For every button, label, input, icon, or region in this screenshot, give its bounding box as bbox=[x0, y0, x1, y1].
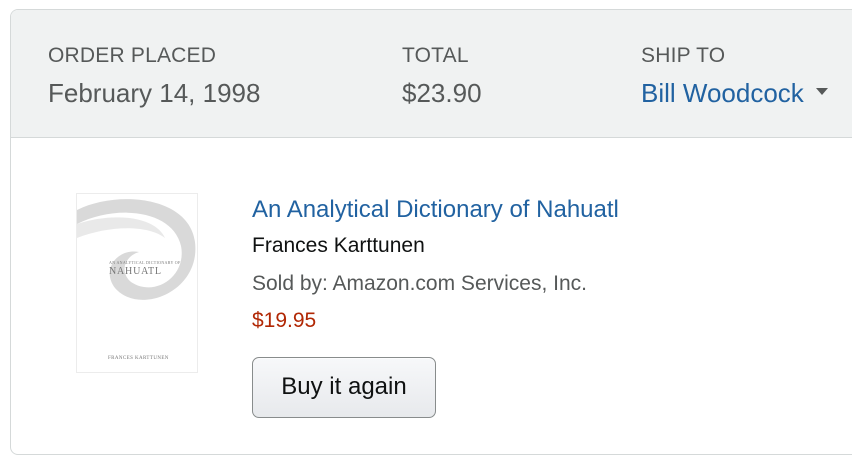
ship-to-recipient[interactable]: Bill Woodcock bbox=[641, 78, 828, 108]
cover-author: FRANCES KARTTUNEN bbox=[108, 356, 169, 361]
ship-to-label: SHIP TO bbox=[641, 44, 726, 67]
ship-to-column: SHIP TO Bill Woodcock bbox=[641, 44, 828, 108]
product-seller: Sold by: Amazon.com Services, Inc. bbox=[252, 272, 587, 295]
cover-title: NAHUATL bbox=[109, 266, 162, 277]
product-author: Frances Karttunen bbox=[252, 234, 425, 257]
item-details: An Analytical Dictionary of Nahuatl Fran… bbox=[252, 195, 619, 334]
order-total-column: TOTAL $23.90 bbox=[402, 44, 482, 108]
order-placed-label: ORDER PLACED bbox=[48, 44, 217, 67]
buy-it-again-button[interactable]: Buy it again bbox=[252, 357, 436, 418]
product-image[interactable]: AN ANALYTICAL DICTIONARY OF NAHUATL FRAN… bbox=[77, 194, 197, 372]
order-placed-column: ORDER PLACED February 14, 1998 bbox=[48, 44, 260, 108]
order-header: ORDER PLACED February 14, 1998 TOTAL $23… bbox=[11, 10, 852, 138]
ship-to-link[interactable]: Bill Woodcock bbox=[641, 78, 828, 108]
order-total-amount: $23.90 bbox=[402, 78, 482, 108]
cover-swirl-graphic bbox=[77, 199, 196, 300]
order-total-label: TOTAL bbox=[402, 44, 469, 67]
product-price: $19.95 bbox=[252, 309, 317, 332]
cover-subtitle: AN ANALYTICAL DICTIONARY OF bbox=[109, 260, 181, 265]
product-title-link[interactable]: An Analytical Dictionary of Nahuatl bbox=[252, 195, 619, 225]
ship-to-name[interactable]: Bill Woodcock bbox=[641, 78, 804, 108]
caret-down-icon[interactable] bbox=[815, 87, 828, 95]
order-placed-date: February 14, 1998 bbox=[48, 78, 261, 108]
